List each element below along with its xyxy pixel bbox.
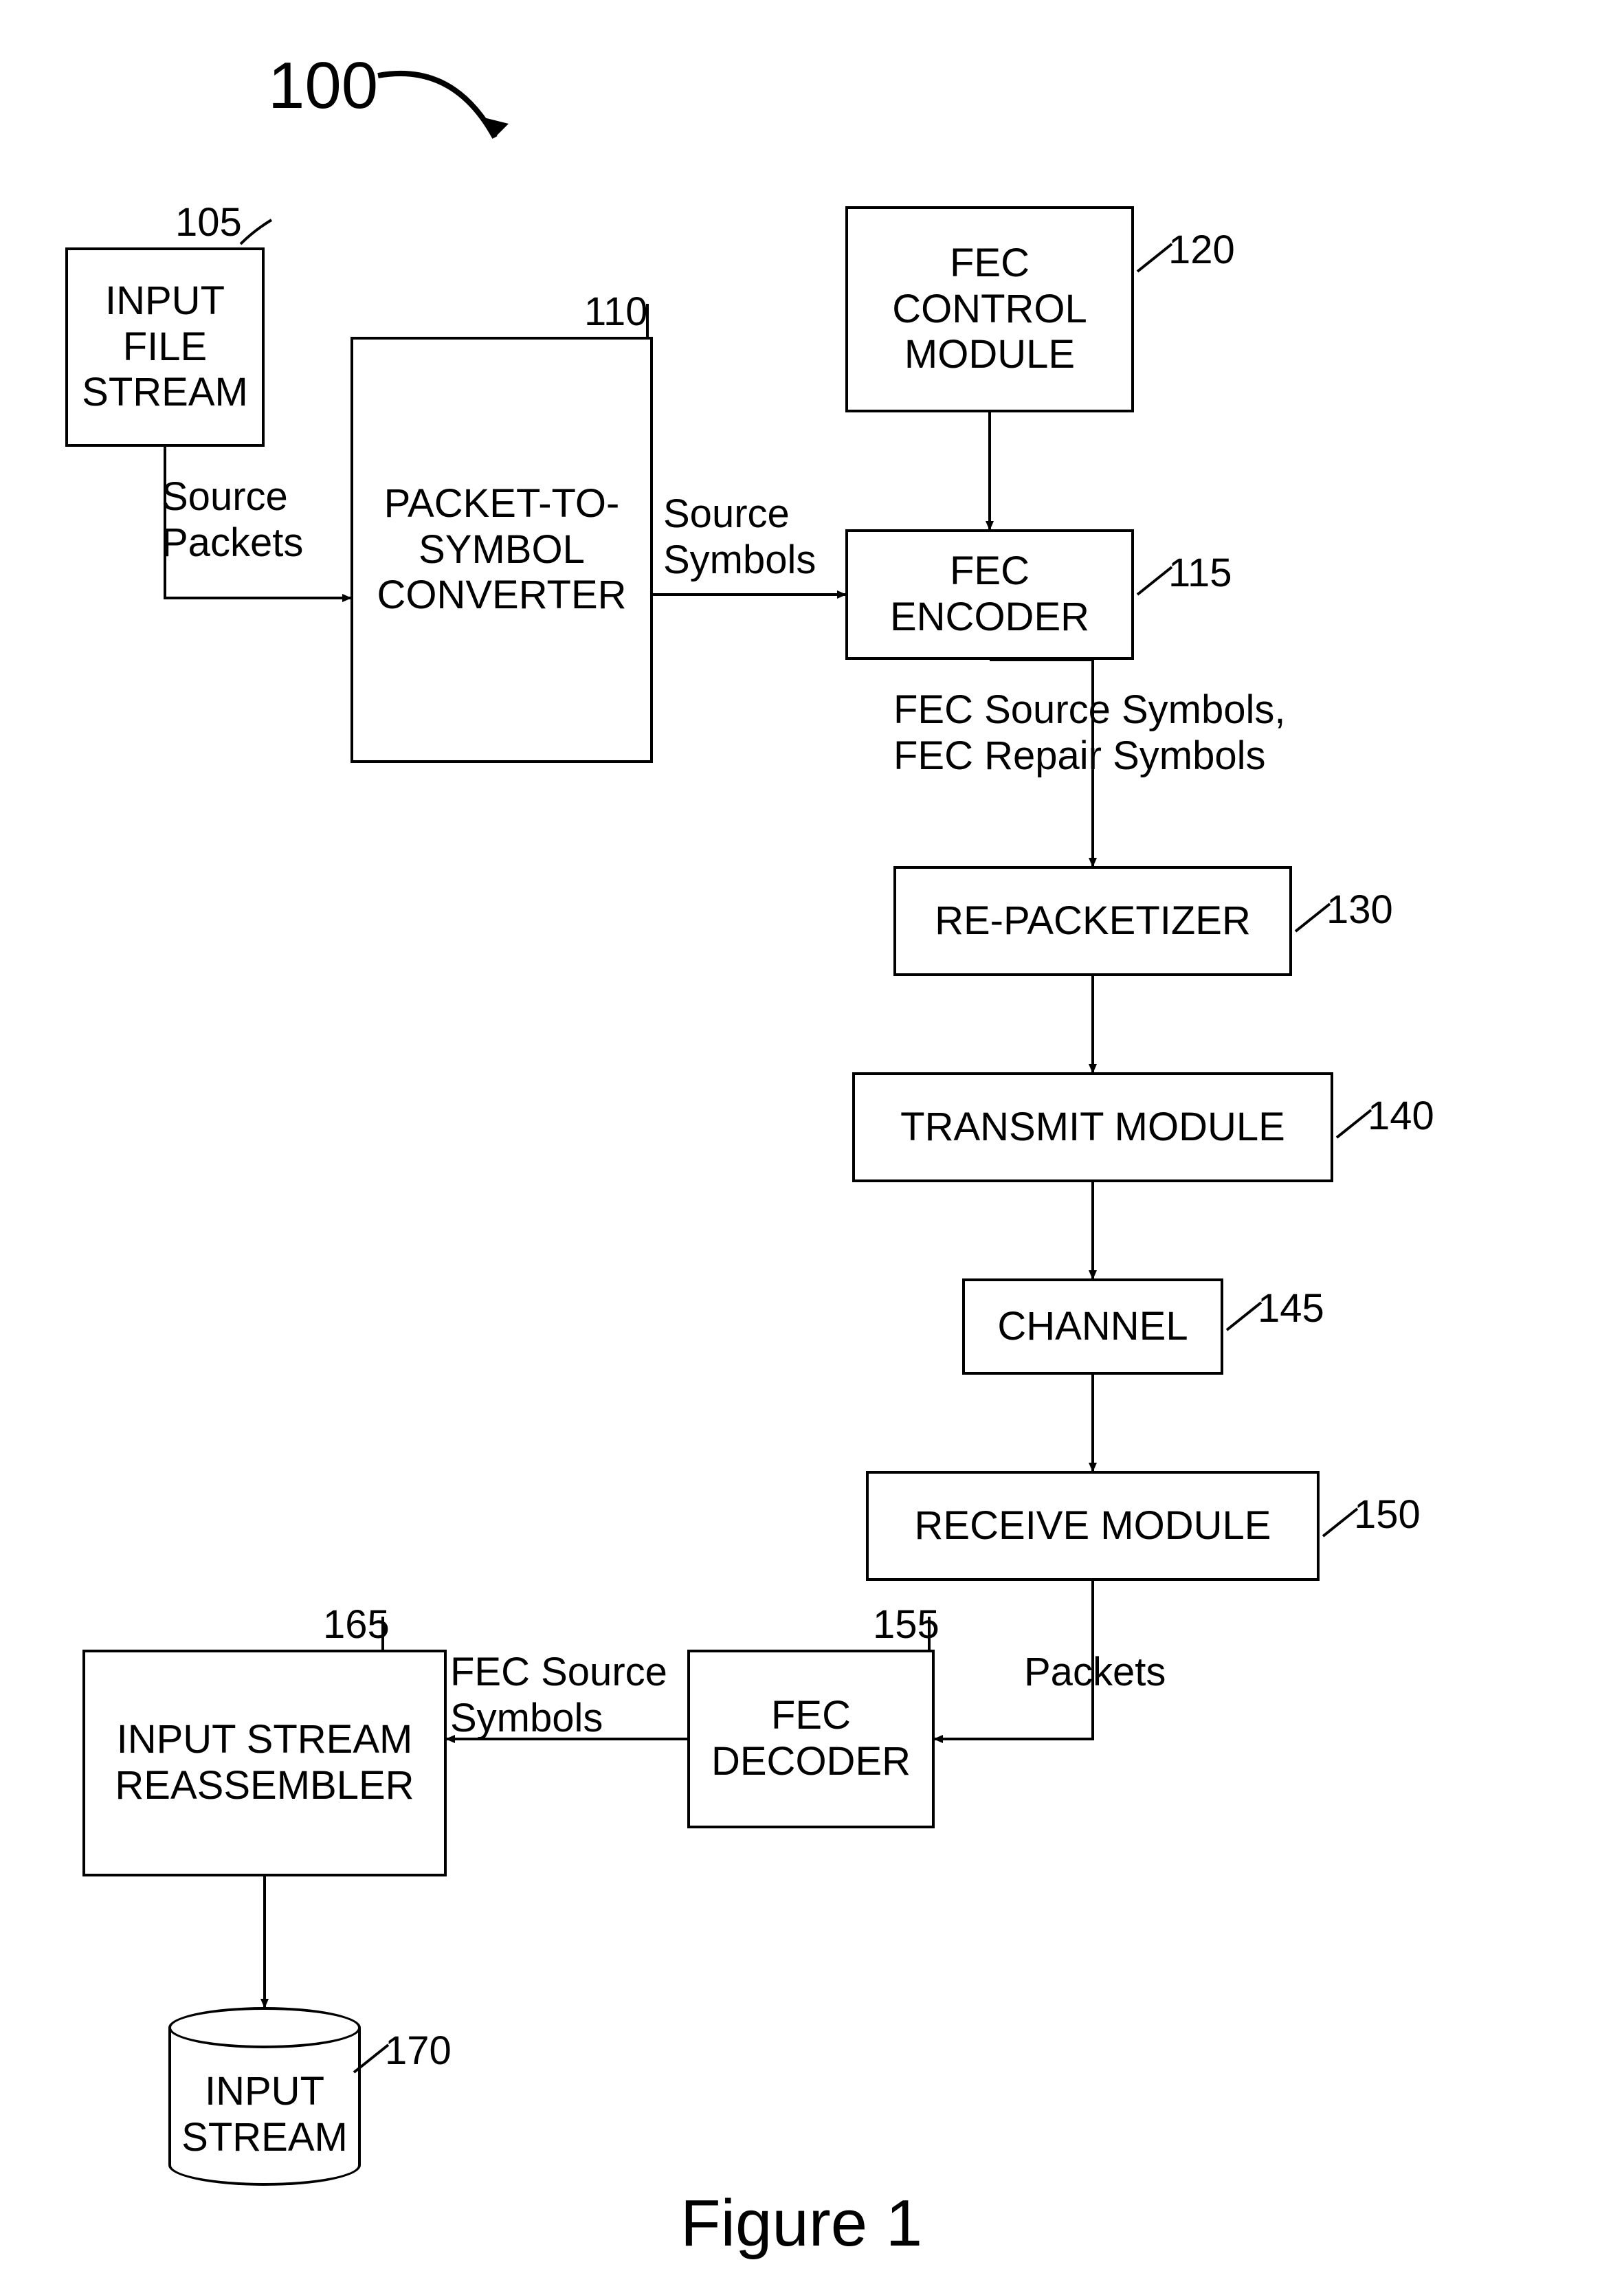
connectors (0, 0, 1624, 2271)
edge-label-fec-source-symbols: FEC Source Symbols (450, 1650, 691, 1741)
figure-caption: Figure 1 (680, 2186, 922, 2261)
edge-label-packets: Packets (1024, 1650, 1230, 1696)
edge-label-source-symbols: Source Symbols (663, 491, 842, 583)
edge-label-source-packets: Source Packets (162, 474, 333, 566)
edge-label-fec-symbols: FEC Source Symbols, FEC Repair Symbols (893, 687, 1375, 779)
diagram-page: 100 INPUT FILE STREAM 105 PACKET-TO- SYM… (0, 0, 1624, 2271)
